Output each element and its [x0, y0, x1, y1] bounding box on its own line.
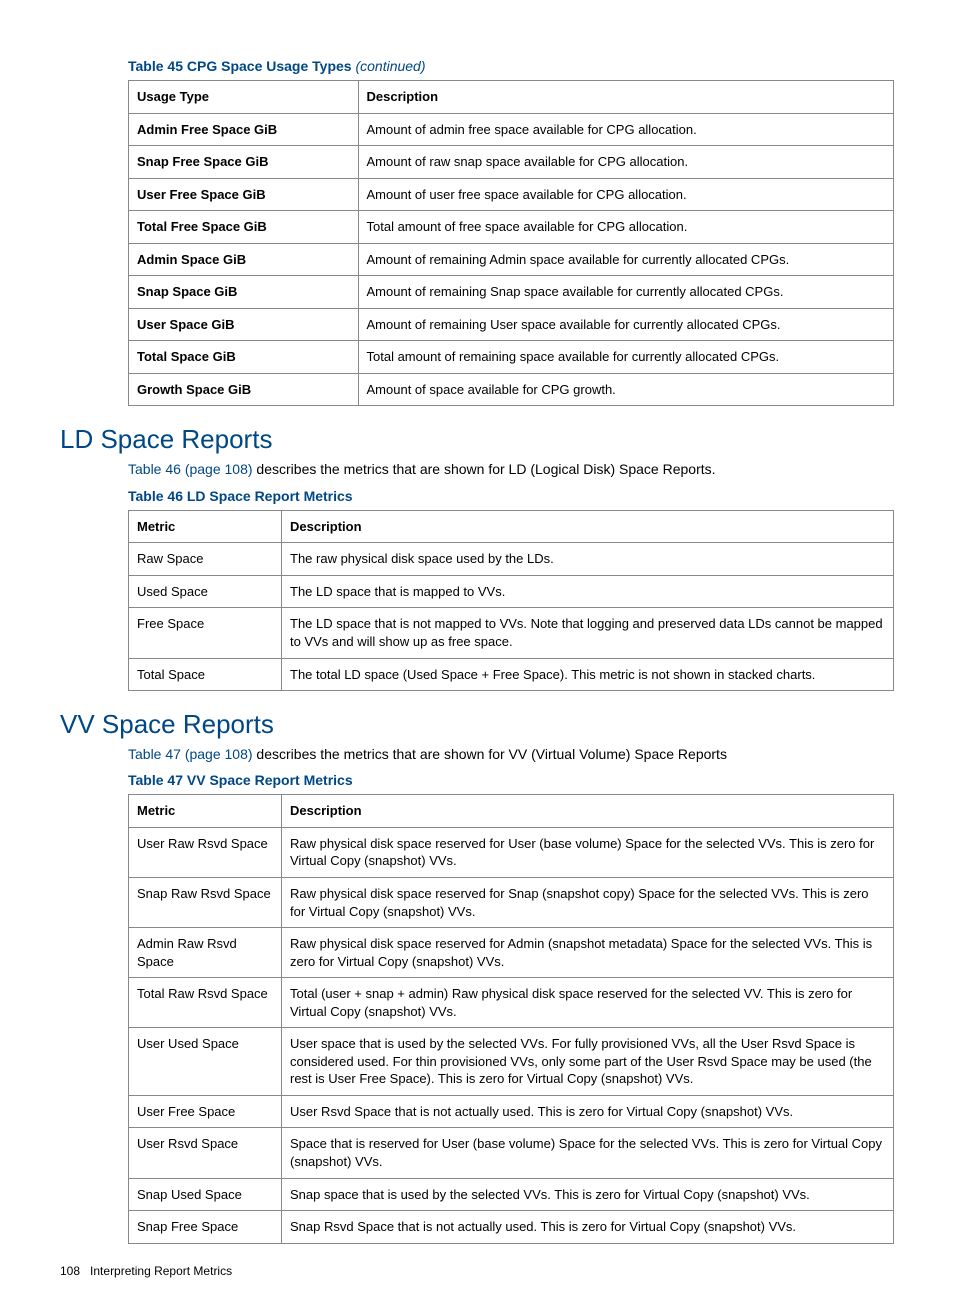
table46-header-description: Description — [282, 510, 894, 543]
table47-header-description: Description — [282, 795, 894, 828]
ld-intro-paragraph: Table 46 (page 108) describes the metric… — [128, 459, 894, 479]
table-header-row: Usage Type Description — [129, 81, 894, 114]
table47-body: User Raw Rsvd SpaceRaw physical disk spa… — [129, 827, 894, 1243]
table47: Metric Description User Raw Rsvd SpaceRa… — [128, 794, 894, 1243]
table-row: Snap Used SpaceSnap space that is used b… — [129, 1178, 894, 1211]
cell-description: Raw physical disk space reserved for Use… — [282, 827, 894, 877]
table-row: Snap Free SpaceSnap Rsvd Space that is n… — [129, 1211, 894, 1244]
table-row: User Used SpaceUser space that is used b… — [129, 1028, 894, 1096]
cell-name: User Rsvd Space — [129, 1128, 282, 1178]
vv-intro-rest: describes the metrics that are shown for… — [253, 746, 727, 762]
table45: Usage Type Description Admin Free Space … — [128, 80, 894, 406]
table46: Metric Description Raw SpaceThe raw phys… — [128, 510, 894, 691]
cell-name: Total Space GiB — [129, 341, 359, 374]
cell-name: User Raw Rsvd Space — [129, 827, 282, 877]
cell-name: Total Space — [129, 658, 282, 691]
cell-description: Amount of remaining Admin space availabl… — [358, 243, 894, 276]
table-row: Snap Space GiBAmount of remaining Snap s… — [129, 276, 894, 309]
cell-name: Admin Space GiB — [129, 243, 359, 276]
table45-caption: Table 45 CPG Space Usage Types (continue… — [128, 58, 894, 74]
table47-link[interactable]: Table 47 (page 108) — [128, 746, 253, 762]
table45-caption-prefix: Table 45 CPG Space Usage Types — [128, 58, 355, 74]
table46-header-metric: Metric — [129, 510, 282, 543]
cell-name: Snap Raw Rsvd Space — [129, 877, 282, 927]
cell-name: Free Space — [129, 608, 282, 658]
cell-description: Raw physical disk space reserved for Sna… — [282, 877, 894, 927]
cell-name: Snap Free Space — [129, 1211, 282, 1244]
table-header-row: Metric Description — [129, 510, 894, 543]
cell-description: Space that is reserved for User (base vo… — [282, 1128, 894, 1178]
cell-description: Amount of raw snap space available for C… — [358, 146, 894, 179]
table47-header-metric: Metric — [129, 795, 282, 828]
cell-description: Snap Rsvd Space that is not actually use… — [282, 1211, 894, 1244]
cell-description: Amount of user free space available for … — [358, 178, 894, 211]
table-row: Growth Space GiBAmount of space availabl… — [129, 373, 894, 406]
table-row: Raw SpaceThe raw physical disk space use… — [129, 543, 894, 576]
table-row: Free SpaceThe LD space that is not mappe… — [129, 608, 894, 658]
cell-name: User Used Space — [129, 1028, 282, 1096]
cell-description: Amount of remaining User space available… — [358, 308, 894, 341]
cell-description: The raw physical disk space used by the … — [282, 543, 894, 576]
cell-description: The LD space that is not mapped to VVs. … — [282, 608, 894, 658]
table-row: User Free Space GiBAmount of user free s… — [129, 178, 894, 211]
table46-caption: Table 46 LD Space Report Metrics — [128, 488, 894, 504]
ld-space-reports-heading: LD Space Reports — [60, 424, 894, 455]
cell-name: Used Space — [129, 575, 282, 608]
table-row: Snap Raw Rsvd SpaceRaw physical disk spa… — [129, 877, 894, 927]
cell-description: User Rsvd Space that is not actually use… — [282, 1095, 894, 1128]
table-row: Total Space GiBTotal amount of remaining… — [129, 341, 894, 374]
table-row: Total SpaceThe total LD space (Used Spac… — [129, 658, 894, 691]
table-row: User Free SpaceUser Rsvd Space that is n… — [129, 1095, 894, 1128]
cell-description: User space that is used by the selected … — [282, 1028, 894, 1096]
cell-description: Snap space that is used by the selected … — [282, 1178, 894, 1211]
table45-header-description: Description — [358, 81, 894, 114]
cell-name: Raw Space — [129, 543, 282, 576]
cell-name: Total Free Space GiB — [129, 211, 359, 244]
cell-description: The LD space that is mapped to VVs. — [282, 575, 894, 608]
table-row: Admin Raw Rsvd SpaceRaw physical disk sp… — [129, 928, 894, 978]
cell-description: Amount of admin free space available for… — [358, 113, 894, 146]
cell-description: Total amount of remaining space availabl… — [358, 341, 894, 374]
cell-name: User Space GiB — [129, 308, 359, 341]
table45-caption-continued: (continued) — [355, 58, 425, 74]
table-row: User Space GiBAmount of remaining User s… — [129, 308, 894, 341]
table47-caption: Table 47 VV Space Report Metrics — [128, 772, 894, 788]
table45-body: Admin Free Space GiBAmount of admin free… — [129, 113, 894, 406]
vv-intro-paragraph: Table 47 (page 108) describes the metric… — [128, 744, 894, 764]
vv-space-reports-heading: VV Space Reports — [60, 709, 894, 740]
cell-description: The total LD space (Used Space + Free Sp… — [282, 658, 894, 691]
cell-name: Total Raw Rsvd Space — [129, 978, 282, 1028]
table-header-row: Metric Description — [129, 795, 894, 828]
cell-name: Snap Free Space GiB — [129, 146, 359, 179]
table-row: Used SpaceThe LD space that is mapped to… — [129, 575, 894, 608]
table45-header-usage-type: Usage Type — [129, 81, 359, 114]
table-row: Total Free Space GiBTotal amount of free… — [129, 211, 894, 244]
table46-body: Raw SpaceThe raw physical disk space use… — [129, 543, 894, 691]
table-row: Admin Space GiBAmount of remaining Admin… — [129, 243, 894, 276]
cell-name: Admin Free Space GiB — [129, 113, 359, 146]
cell-description: Raw physical disk space reserved for Adm… — [282, 928, 894, 978]
cell-description: Total (user + snap + admin) Raw physical… — [282, 978, 894, 1028]
table-row: Snap Free Space GiBAmount of raw snap sp… — [129, 146, 894, 179]
cell-description: Amount of space available for CPG growth… — [358, 373, 894, 406]
table-row: User Rsvd SpaceSpace that is reserved fo… — [129, 1128, 894, 1178]
cell-name: Snap Used Space — [129, 1178, 282, 1211]
ld-intro-rest: describes the metrics that are shown for… — [253, 461, 716, 477]
cell-name: Growth Space GiB — [129, 373, 359, 406]
cell-description: Total amount of free space available for… — [358, 211, 894, 244]
table-row: Total Raw Rsvd SpaceTotal (user + snap +… — [129, 978, 894, 1028]
cell-name: Admin Raw Rsvd Space — [129, 928, 282, 978]
cell-name: User Free Space — [129, 1095, 282, 1128]
table-row: User Raw Rsvd SpaceRaw physical disk spa… — [129, 827, 894, 877]
table-row: Admin Free Space GiBAmount of admin free… — [129, 113, 894, 146]
cell-description: Amount of remaining Snap space available… — [358, 276, 894, 309]
cell-name: User Free Space GiB — [129, 178, 359, 211]
table46-link[interactable]: Table 46 (page 108) — [128, 461, 253, 477]
cell-name: Snap Space GiB — [129, 276, 359, 309]
